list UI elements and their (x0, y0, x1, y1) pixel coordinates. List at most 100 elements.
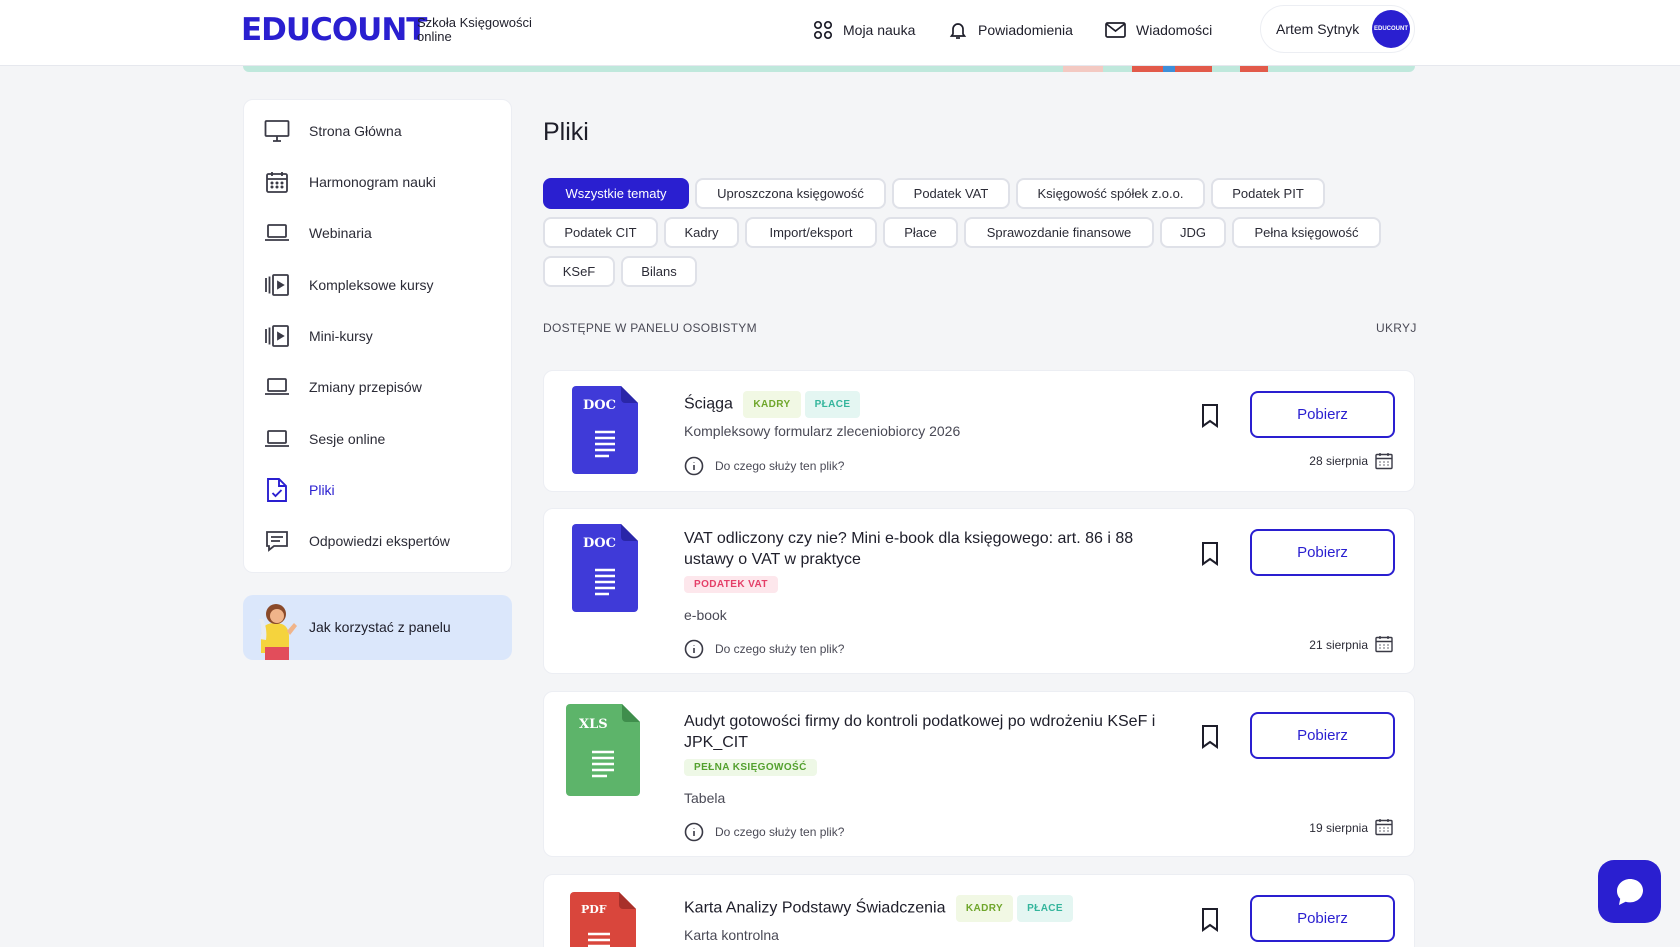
user-menu[interactable]: Artem Sytnyk EDUCOUNT (1260, 5, 1415, 53)
file-subtitle: Karta kontrolna (684, 927, 779, 943)
monitor-icon (264, 118, 290, 144)
calendar-icon (1375, 453, 1393, 470)
avatar: EDUCOUNT (1372, 10, 1410, 48)
calendar-icon (1375, 819, 1393, 836)
calendar-icon (1375, 636, 1393, 653)
svg-text:DOC: DOC (583, 398, 616, 413)
user-name: Artem Sytnyk (1276, 21, 1360, 37)
download-button[interactable]: Pobierz (1250, 712, 1395, 759)
filter-chip[interactable]: Pełna księgowość (1232, 217, 1381, 248)
sidebar-item-mini-kursy[interactable]: Mini-kursy (264, 321, 504, 351)
logo[interactable]: EDUCOUNT (241, 14, 427, 46)
file-title-row: Ściąga KADRY PŁACE (684, 391, 1184, 418)
grid-icon (813, 20, 833, 40)
sidebar-item-label: Strona Główna (309, 123, 402, 139)
file-info-link[interactable]: Do czego służy ten plik? (684, 822, 844, 842)
filter-chip[interactable]: Podatek CIT (543, 217, 658, 248)
logo-subtitle: Szkoła Księgowości online (417, 15, 532, 44)
download-button[interactable]: Pobierz (1250, 895, 1395, 942)
filter-chip[interactable]: Sprawozdanie finansowe (964, 217, 1154, 248)
doc-file-icon: DOC (572, 524, 638, 612)
filter-chip[interactable]: Import/eksport (745, 217, 877, 248)
sidebar-item-zmiany-przepisow[interactable]: Zmiany przepisów (264, 372, 504, 402)
filter-chip[interactable]: Podatek VAT (892, 178, 1010, 209)
sidebar-item-label: Kompleksowe kursy (309, 277, 434, 293)
top-header: EDUCOUNT Szkoła Księgowości online Moja … (0, 0, 1680, 66)
tag-badge: KADRY (955, 895, 1014, 922)
tag-badge: PŁACE (1017, 895, 1074, 922)
file-subtitle: Tabela (684, 790, 726, 806)
bookmark-icon[interactable] (1199, 403, 1221, 429)
info-icon (684, 456, 704, 476)
filter-chip[interactable]: Uproszczona księgowość (695, 178, 886, 209)
nav-wiadomosci[interactable]: Wiadomości (1105, 18, 1212, 42)
filter-chip[interactable]: Bilans (621, 256, 697, 287)
chat-bubble-icon (1616, 878, 1643, 905)
bookmark-icon[interactable] (1199, 907, 1221, 933)
calendar-icon (264, 169, 290, 195)
info-icon (684, 639, 704, 659)
sidebar-item-kompleksowe-kursy[interactable]: Kompleksowe kursy (264, 270, 504, 300)
info-label: Do czego służy ten plik? (715, 825, 845, 839)
download-button[interactable]: Pobierz (1250, 529, 1395, 576)
banner-strip (243, 66, 1415, 72)
tag-row: PEŁNA KSIĘGOWOŚĆ (684, 759, 817, 777)
sidebar-item-strona-glowna[interactable]: Strona Główna (264, 116, 504, 146)
file-card: PDF Karta Analizy Podstawy Świadczenia K… (543, 874, 1415, 947)
sidebar-item-label: Harmonogram nauki (309, 174, 436, 190)
file-title: Ściąga (684, 395, 733, 413)
hide-link[interactable]: UKRYJ (1376, 321, 1417, 335)
filter-chip[interactable]: Płace (883, 217, 958, 248)
nav-label: Wiadomości (1136, 22, 1213, 38)
mascot-illustration (259, 604, 297, 660)
tag-badge: PODATEK VAT (684, 576, 778, 594)
bookmark-icon[interactable] (1199, 541, 1221, 567)
file-info-link[interactable]: Do czego służy ten plik? (684, 456, 844, 476)
tag-row: PODATEK VAT (684, 576, 778, 594)
filter-chip[interactable]: KSeF (543, 256, 615, 287)
laptop-icon (264, 426, 290, 452)
file-card: DOC VAT odliczony czy nie? Mini e-book d… (543, 508, 1415, 674)
filter-chip[interactable]: JDG (1160, 217, 1226, 248)
svg-text:PDF: PDF (581, 903, 607, 916)
tag-badge: PŁACE (804, 391, 861, 418)
file-info-link[interactable]: Do czego służy ten plik? (684, 639, 844, 659)
sidebar-item-label: Mini-kursy (309, 328, 373, 344)
laptop-icon (264, 220, 290, 246)
file-date: 21 sierpnia (1309, 638, 1368, 652)
sidebar-item-label: Webinaria (309, 225, 372, 241)
mail-icon (1105, 22, 1126, 38)
sidebar-item-label: Odpowiedzi ekspertów (309, 533, 450, 549)
file-check-icon (264, 477, 290, 503)
file-title: VAT odliczony czy nie? Mini e-book dla k… (684, 530, 1134, 568)
help-panel-card[interactable]: Jak korzystać z panelu (243, 595, 512, 660)
sidebar-item-webinaria[interactable]: Webinaria (264, 218, 504, 248)
tag-badge: KADRY (743, 391, 801, 418)
nav-moja-nauka[interactable]: Moja nauka (813, 18, 915, 42)
filter-chip[interactable]: Księgowość spółek z.o.o. (1016, 178, 1205, 209)
sidebar-item-pliki[interactable]: Pliki (264, 475, 504, 505)
chat-launcher-button[interactable] (1598, 860, 1661, 923)
page-title: Pliki (543, 118, 589, 146)
download-button[interactable]: Pobierz (1250, 391, 1395, 438)
nav-label: Powiadomienia (978, 22, 1073, 38)
nav-powiadomienia[interactable]: Powiadomienia (948, 18, 1073, 42)
filter-chip-all[interactable]: Wszystkie tematy (543, 178, 689, 209)
bookmark-icon[interactable] (1199, 724, 1221, 750)
sidebar-item-label: Pliki (309, 482, 335, 498)
sidebar: Strona Główna Harmonogram nauki Webinari… (243, 99, 512, 573)
chat-lines-icon (264, 528, 290, 554)
file-date: 19 sierpnia (1309, 821, 1368, 835)
file-title: Audyt gotowości firmy do kontroli podatk… (684, 713, 1156, 751)
sidebar-item-label: Sesje online (309, 431, 386, 447)
video-stack-icon (264, 323, 290, 349)
sidebar-item-odpowiedzi-ekspertow[interactable]: Odpowiedzi ekspertów (264, 526, 504, 556)
sidebar-item-sesje-online[interactable]: Sesje online (264, 424, 504, 454)
file-subtitle: Kompleksowy formularz zleceniobiorcy 202… (684, 423, 961, 439)
bell-icon (949, 23, 967, 39)
sidebar-item-harmonogram[interactable]: Harmonogram nauki (264, 167, 504, 197)
filter-chip[interactable]: Kadry (664, 217, 739, 248)
svg-text:XLS: XLS (579, 717, 608, 732)
filter-chip[interactable]: Podatek PIT (1211, 178, 1325, 209)
info-label: Do czego służy ten plik? (715, 459, 845, 473)
